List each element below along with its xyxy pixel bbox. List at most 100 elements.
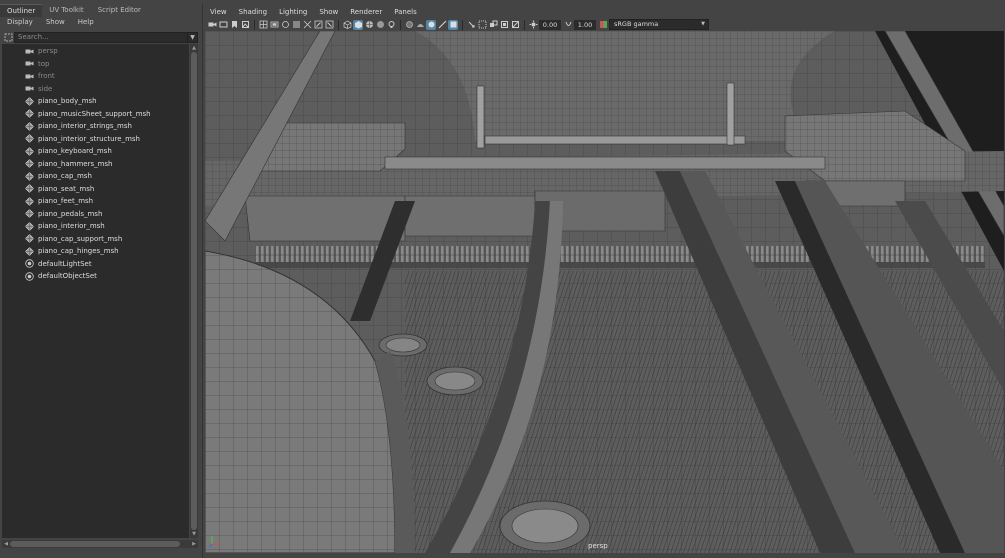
anti-aliasing-icon[interactable] bbox=[437, 20, 447, 30]
safe-action-icon[interactable] bbox=[313, 20, 323, 30]
mesh-icon bbox=[24, 246, 34, 256]
view-transform-dropdown[interactable]: sRGB gamma ▼ bbox=[609, 19, 709, 30]
menu-display[interactable]: Display bbox=[0, 17, 39, 29]
grid-icon[interactable] bbox=[258, 20, 268, 30]
search-input[interactable] bbox=[14, 31, 188, 43]
outliner-item[interactable]: piano_interior_structure_msh bbox=[24, 133, 140, 145]
motion-blur-icon[interactable] bbox=[426, 19, 436, 30]
mesh-icon bbox=[24, 234, 34, 244]
outliner-item-label: piano_cap_hinges_msh bbox=[38, 247, 119, 255]
outliner-item[interactable]: piano_interior_msh bbox=[24, 220, 105, 232]
outliner-item[interactable]: piano_seat_msh bbox=[24, 183, 94, 195]
outliner-item-label: piano_feet_msh bbox=[38, 197, 94, 205]
depth-of-field-icon[interactable] bbox=[448, 19, 458, 30]
tab-uv-toolkit[interactable]: UV Toolkit bbox=[42, 4, 90, 17]
exposure-icon[interactable] bbox=[528, 20, 538, 30]
camera-attributes-icon[interactable] bbox=[218, 20, 228, 30]
scroll-down-icon[interactable]: ▼ bbox=[190, 530, 198, 538]
outliner-item[interactable]: side bbox=[24, 83, 52, 95]
wireframe-icon[interactable] bbox=[342, 20, 352, 30]
mesh-icon bbox=[24, 146, 34, 156]
camera-icon bbox=[24, 59, 34, 69]
xray-icon[interactable] bbox=[477, 20, 487, 30]
camera-icon bbox=[24, 84, 34, 94]
outliner-item[interactable]: piano_body_msh bbox=[24, 95, 97, 107]
toolbar-separator bbox=[400, 19, 401, 30]
outliner-item[interactable]: defaultLightSet bbox=[24, 258, 92, 270]
gate-mask-icon[interactable] bbox=[291, 20, 301, 30]
filter-icon[interactable] bbox=[2, 31, 14, 43]
outliner-horizontal-scrollbar[interactable]: ◀ ▶ bbox=[2, 540, 198, 548]
outliner-item-label: piano_cap_msh bbox=[38, 172, 92, 180]
outliner-tree: persp top front side piano_body_msh piano_mus… bbox=[2, 44, 189, 538]
camera-icon[interactable] bbox=[207, 20, 217, 30]
scroll-thumb-horizontal[interactable] bbox=[10, 541, 180, 547]
menu-show[interactable]: Show bbox=[39, 17, 71, 29]
scroll-up-icon[interactable]: ▲ bbox=[190, 44, 198, 52]
image-plane-icon[interactable] bbox=[240, 20, 250, 30]
color-management-icon[interactable] bbox=[598, 20, 608, 30]
mesh-icon bbox=[24, 209, 34, 219]
gamma-field[interactable]: 1.00 bbox=[574, 19, 596, 30]
camera-icon bbox=[24, 46, 34, 56]
smooth-shade-icon[interactable] bbox=[353, 19, 363, 30]
search-options-dropdown[interactable]: ▼ bbox=[188, 31, 198, 43]
outliner-panel: Outliner UV Toolkit Script Editor Displa… bbox=[0, 0, 200, 558]
mesh-icon bbox=[24, 159, 34, 169]
outliner-item[interactable]: front bbox=[24, 70, 55, 82]
outliner-item[interactable]: piano_feet_msh bbox=[24, 195, 93, 207]
field-chart-icon[interactable] bbox=[302, 20, 312, 30]
outliner-menubar: Display Show Help bbox=[0, 17, 100, 29]
textured-icon[interactable] bbox=[375, 20, 385, 30]
safe-title-icon[interactable] bbox=[324, 20, 334, 30]
search-row: ▼ bbox=[2, 31, 198, 43]
outliner-item-label: piano_cap_support_msh bbox=[38, 234, 123, 243]
menu-help[interactable]: Help bbox=[71, 17, 100, 29]
outliner-item-label: piano_interior_structure_msh bbox=[38, 134, 140, 143]
gamma-icon[interactable] bbox=[563, 20, 573, 30]
tab-outliner[interactable]: Outliner bbox=[0, 4, 43, 17]
mesh-icon bbox=[24, 96, 34, 106]
ambient-occlusion-icon[interactable] bbox=[415, 20, 425, 30]
mesh-icon bbox=[24, 196, 34, 206]
film-gate-icon[interactable] bbox=[269, 20, 279, 30]
scroll-right-icon[interactable]: ▶ bbox=[190, 540, 198, 548]
outliner-item[interactable]: top bbox=[24, 58, 49, 70]
backface-culling-icon[interactable] bbox=[510, 20, 520, 30]
outliner-item[interactable]: persp bbox=[24, 45, 58, 57]
3d-viewport[interactable]: persp bbox=[205, 31, 1004, 553]
tab-script-editor[interactable]: Script Editor bbox=[91, 4, 148, 17]
outliner-item-label: side bbox=[38, 84, 53, 93]
outliner-item[interactable]: defaultObjectSet bbox=[24, 270, 97, 282]
exposure-field[interactable]: 0.00 bbox=[539, 19, 561, 30]
outliner-item[interactable]: piano_pedals_msh bbox=[24, 208, 102, 220]
outliner-item-label: piano_pedals_msh bbox=[38, 209, 103, 218]
outliner-item-label: defaultLightSet bbox=[38, 259, 92, 268]
resolution-gate-icon[interactable] bbox=[280, 20, 290, 30]
lights-icon[interactable] bbox=[386, 20, 396, 30]
viewport-panel: View Shading Lighting Show Renderer Pane… bbox=[202, 4, 1005, 558]
axis-gizmo-icon bbox=[208, 532, 224, 548]
shadows-icon[interactable] bbox=[404, 20, 414, 30]
outliner-vertical-scrollbar[interactable]: ▲ ▼ bbox=[190, 44, 198, 538]
xray-joints-icon[interactable] bbox=[488, 20, 498, 30]
bookmark-icon[interactable] bbox=[229, 20, 239, 30]
scroll-thumb[interactable] bbox=[191, 52, 197, 530]
xray-components-icon[interactable] bbox=[499, 20, 509, 30]
outliner-item[interactable]: piano_musicSheet_support_msh bbox=[24, 108, 151, 120]
mesh-icon bbox=[24, 121, 34, 131]
outliner-item[interactable]: piano_cap_hinges_msh bbox=[24, 245, 119, 257]
outliner-item[interactable]: piano_interior_strings_msh bbox=[24, 120, 132, 132]
isolate-select-icon[interactable] bbox=[466, 20, 476, 30]
outliner-item[interactable]: piano_hammers_msh bbox=[24, 158, 113, 170]
outliner-item[interactable]: piano_cap_support_msh bbox=[24, 233, 122, 245]
toolbar-separator bbox=[524, 19, 525, 30]
outliner-item-label: defaultObjectSet bbox=[38, 272, 97, 280]
wireframe-on-shaded-icon[interactable] bbox=[364, 20, 374, 30]
outliner-item[interactable]: piano_keyboard_msh bbox=[24, 145, 112, 157]
outliner-item-label: piano_keyboard_msh bbox=[38, 147, 112, 155]
scroll-left-icon[interactable]: ◀ bbox=[2, 540, 10, 548]
outliner-tabbar: Outliner UV Toolkit Script Editor bbox=[0, 4, 200, 17]
outliner-item[interactable]: piano_cap_msh bbox=[24, 170, 92, 182]
mesh-icon bbox=[24, 171, 34, 181]
